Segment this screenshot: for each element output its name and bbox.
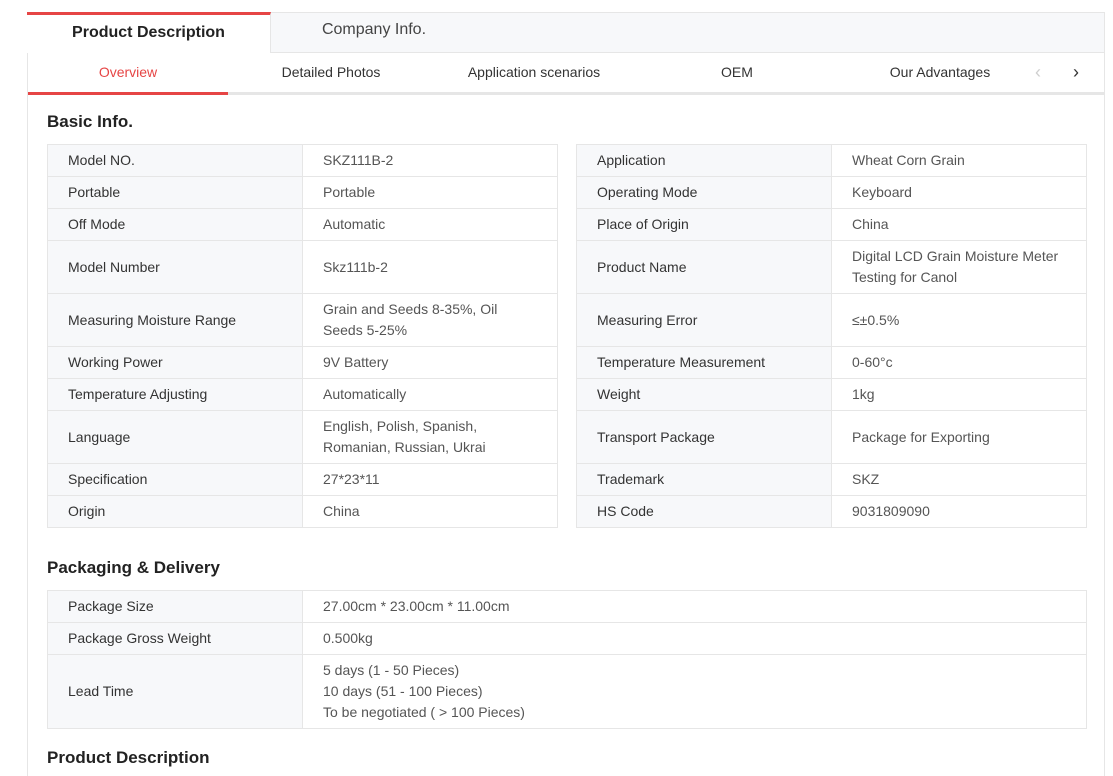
chevron-right-icon[interactable]: › [1066, 53, 1086, 92]
nav-detailed-photos[interactable]: Detailed Photos [231, 53, 431, 92]
packaging-label: Lead Time [47, 654, 303, 729]
chevron-left-icon[interactable]: ‹ [1028, 53, 1048, 92]
table-row: Product Name Digital LCD Grain Moisture M… [576, 240, 1087, 294]
table-row: Lead Time 5 days (1 - 50 Pieces) 10 days (… [47, 654, 1087, 729]
spec-label: Portable [47, 176, 303, 209]
table-row: Temperature Adjusting Automatically [47, 378, 558, 411]
top-tab-bar: Product Description Company Info. [27, 12, 1104, 53]
spec-value: 9031809090 [831, 495, 1087, 528]
packaging-value-line: 27.00cm * 23.00cm * 11.00cm [323, 598, 510, 614]
table-row: HS Code 9031809090 [576, 495, 1087, 528]
table-row: Place of Origin China [576, 208, 1087, 241]
basic-info-table-right: Application Wheat Corn Grain Operating Mod… [576, 144, 1087, 528]
spec-value: Portable [302, 176, 558, 209]
packaging-value-line: To be negotiated ( > 100 Pieces) [323, 704, 525, 720]
spec-label: Operating Mode [576, 176, 832, 209]
spec-value: 0-60°c [831, 346, 1087, 379]
packaging-value-line: 0.500kg [323, 630, 373, 646]
table-row: Application Wheat Corn Grain [576, 144, 1087, 177]
table-row: Package Gross Weight 0.500kg [47, 622, 1087, 655]
packaging-delivery-table: Package Size 27.00cm * 23.00cm * 11.00cm P… [47, 590, 1087, 729]
packaging-label: Package Gross Weight [47, 622, 303, 655]
table-row: Measuring Moisture Range Grain and Seeds … [47, 293, 558, 347]
nav-application-scenarios[interactable]: Application scenarios [434, 53, 634, 92]
spec-label: Temperature Adjusting [47, 378, 303, 411]
basic-info-table-left: Model NO. SKZ111B-2 Portable Portable Off Mo… [47, 144, 558, 528]
packaging-value: 0.500kg [302, 622, 1087, 655]
spec-value: Automatically [302, 378, 558, 411]
spec-label: Place of Origin [576, 208, 832, 241]
spec-label: Off Mode [47, 208, 303, 241]
table-row: Model NO. SKZ111B-2 [47, 144, 558, 177]
spec-label: Trademark [576, 463, 832, 496]
spec-label: Language [47, 410, 303, 464]
spec-label: Measuring Error [576, 293, 832, 347]
spec-label: Specification [47, 463, 303, 496]
spec-value: Skz111b-2 [302, 240, 558, 294]
product-description-title: Product Description [47, 748, 210, 767]
table-row: Measuring Error ≤±0.5% [576, 293, 1087, 347]
nav-oem[interactable]: OEM [637, 53, 837, 92]
spec-label: Application [576, 144, 832, 177]
spec-value: SKZ [831, 463, 1087, 496]
spec-value: 9V Battery [302, 346, 558, 379]
spec-value: Keyboard [831, 176, 1087, 209]
spec-label: HS Code [576, 495, 832, 528]
nav-our-advantages[interactable]: Our Advantages [840, 53, 1040, 92]
spec-value: Grain and Seeds 8-35%, Oil Seeds 5-25% [302, 293, 558, 347]
table-row: Trademark SKZ [576, 463, 1087, 496]
spec-label: Measuring Moisture Range [47, 293, 303, 347]
spec-value: China [302, 495, 558, 528]
table-row: Specification 27*23*11 [47, 463, 558, 496]
spec-value: SKZ111B-2 [302, 144, 558, 177]
table-row: Model Number Skz111b-2 [47, 240, 558, 294]
packaging-value: 27.00cm * 23.00cm * 11.00cm [302, 590, 1087, 623]
table-row: Package Size 27.00cm * 23.00cm * 11.00cm [47, 590, 1087, 623]
spec-value: 27*23*11 [302, 463, 558, 496]
spec-label: Working Power [47, 346, 303, 379]
packaging-delivery-title: Packaging & Delivery [47, 558, 220, 577]
spec-value: Package for Exporting [831, 410, 1087, 464]
basic-info-title: Basic Info. [47, 112, 133, 131]
table-row: Off Mode Automatic [47, 208, 558, 241]
nav-overview[interactable]: Overview [28, 53, 228, 95]
tab-company-info[interactable]: Company Info. [271, 12, 477, 53]
packaging-value-line: 5 days (1 - 50 Pieces) [323, 662, 460, 678]
packaging-value: 5 days (1 - 50 Pieces) 10 days (51 - 100 … [302, 654, 1087, 729]
table-row: Operating Mode Keyboard [576, 176, 1087, 209]
spec-value: ≤±0.5% [831, 293, 1087, 347]
spec-value: Wheat Corn Grain [831, 144, 1087, 177]
product-detail-panel: Product Description Company Info. Overvi… [27, 12, 1105, 776]
table-row: Portable Portable [47, 176, 558, 209]
packaging-label: Package Size [47, 590, 303, 623]
table-row: Temperature Measurement 0-60°c [576, 346, 1087, 379]
table-row: Working Power 9V Battery [47, 346, 558, 379]
table-row: Language English, Polish, Spanish, Romani… [47, 410, 558, 464]
spec-value: China [831, 208, 1087, 241]
section-nav: Overview Detailed Photos Application sce… [28, 53, 1104, 95]
packaging-value-line: 10 days (51 - 100 Pieces) [323, 683, 483, 699]
spec-label: Weight [576, 378, 832, 411]
spec-value: 1kg [831, 378, 1087, 411]
table-row: Weight 1kg [576, 378, 1087, 411]
spec-label: Origin [47, 495, 303, 528]
spec-value: Digital LCD Grain Moisture Meter Testing… [831, 240, 1087, 294]
table-row: Origin China [47, 495, 558, 528]
spec-value: English, Polish, Spanish, Romanian, Russ… [302, 410, 558, 464]
spec-label: Transport Package [576, 410, 832, 464]
spec-label: Model NO. [47, 144, 303, 177]
tab-product-description[interactable]: Product Description [27, 12, 271, 53]
spec-label: Temperature Measurement [576, 346, 832, 379]
spec-value: Automatic [302, 208, 558, 241]
spec-label: Product Name [576, 240, 832, 294]
table-row: Transport Package Package for Exporting [576, 410, 1087, 464]
spec-label: Model Number [47, 240, 303, 294]
